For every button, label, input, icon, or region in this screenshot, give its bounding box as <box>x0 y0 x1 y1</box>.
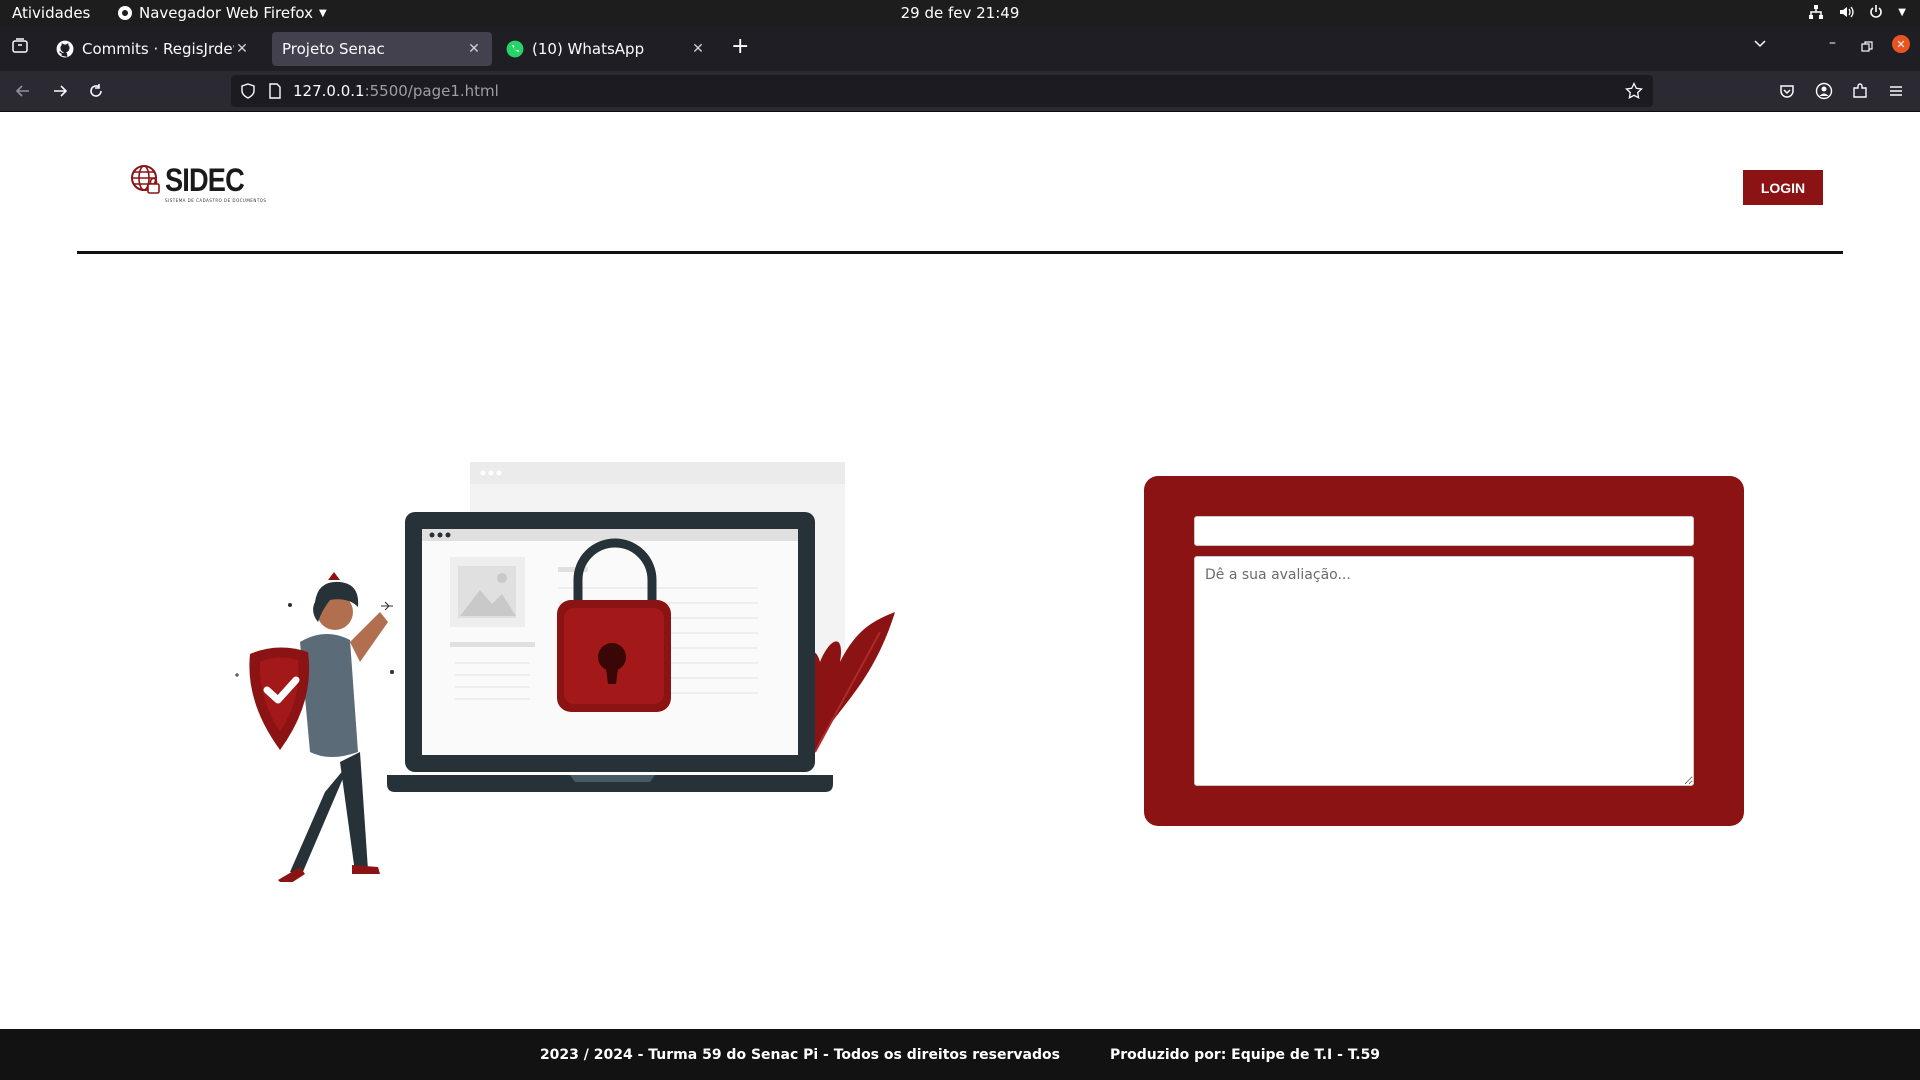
page-icon[interactable] <box>268 83 282 99</box>
tab-whatsapp[interactable]: (10) WhatsApp ✕ <box>496 32 716 66</box>
review-form-card <box>1144 476 1744 826</box>
security-illustration <box>235 462 895 882</box>
logo-subtitle: SISTEMA DE CADASTRO DE DOCUMENTOS <box>165 198 267 203</box>
system-top-bar: Atividades Navegador Web Firefox ▼ 29 de… <box>0 0 1920 27</box>
reload-icon[interactable] <box>84 79 108 103</box>
back-arrow-icon[interactable] <box>11 79 35 103</box>
new-tab-button[interactable]: + <box>731 34 749 59</box>
page-footer: 2023 / 2024 - Turma 59 do Senac Pi - Tod… <box>0 1029 1920 1080</box>
network-icon <box>1809 5 1824 19</box>
sidec-logo[interactable]: SIDEC SISTEMA DE CADASTRO DE DOCUMENTOS <box>131 162 266 203</box>
footer-copyright: 2023 / 2024 - Turma 59 do Senac Pi - Tod… <box>539 1046 1060 1063</box>
close-icon[interactable]: ✕ <box>466 41 482 57</box>
extensions-icon[interactable] <box>1848 79 1872 103</box>
whatsapp-icon <box>506 40 524 58</box>
header-divider <box>77 251 1843 254</box>
tab-label: Projeto Senac <box>282 40 385 58</box>
close-icon[interactable]: ✕ <box>234 41 250 57</box>
restore-icon[interactable] <box>1861 37 1873 58</box>
review-textarea[interactable] <box>1194 556 1694 786</box>
url-host: 127.0.0.1 <box>293 82 365 100</box>
url-text[interactable]: 127.0.0.1:5500/page1.html <box>293 82 499 100</box>
account-icon[interactable] <box>1812 79 1836 103</box>
pocket-icon[interactable] <box>1775 79 1799 103</box>
volume-icon <box>1840 6 1854 18</box>
tab-overview-icon[interactable] <box>11 37 29 60</box>
globe-lock-icon <box>131 165 160 194</box>
list-all-tabs-icon[interactable] <box>1752 35 1768 56</box>
bookmark-star-icon[interactable] <box>1625 82 1643 100</box>
clock[interactable]: 29 de fev 21:49 <box>0 4 1920 22</box>
github-icon <box>56 40 74 58</box>
login-button[interactable]: LOGIN <box>1743 170 1823 205</box>
power-icon <box>1870 5 1883 18</box>
menu-icon[interactable] <box>1884 79 1908 103</box>
chevron-down-icon: ▼ <box>1898 6 1906 18</box>
footer-credits: Produzido por: Equipe de T.I - T.59 <box>1109 1046 1381 1063</box>
shield-icon[interactable] <box>240 83 256 99</box>
close-icon[interactable]: ✕ <box>690 41 706 57</box>
address-bar[interactable]: 127.0.0.1:5500/page1.html <box>231 75 1653 107</box>
url-path: :5500/page1.html <box>364 82 499 100</box>
logo-text: SIDEC <box>165 162 245 198</box>
tab-strip: Commits · RegisJrdev/Pr ✕ Projeto Senac … <box>0 27 1920 71</box>
page-viewport: SIDEC SISTEMA DE CADASTRO DE DOCUMENTOS … <box>0 112 1920 1080</box>
minimize-icon[interactable]: – <box>1829 35 1836 51</box>
tab-github-commits[interactable]: Commits · RegisJrdev/Pr ✕ <box>46 32 260 66</box>
tab-label: Commits · RegisJrdev/Pr <box>82 40 234 58</box>
tab-projeto-senac[interactable]: Projeto Senac ✕ <box>272 32 492 66</box>
navigation-toolbar: 127.0.0.1:5500/page1.html <box>0 71 1920 111</box>
forward-arrow-icon[interactable] <box>48 79 72 103</box>
name-input[interactable] <box>1194 516 1694 546</box>
tab-label: (10) WhatsApp <box>532 40 645 58</box>
system-tray[interactable]: ▼ <box>1808 4 1906 20</box>
close-window-button[interactable]: ✕ <box>1892 35 1910 53</box>
